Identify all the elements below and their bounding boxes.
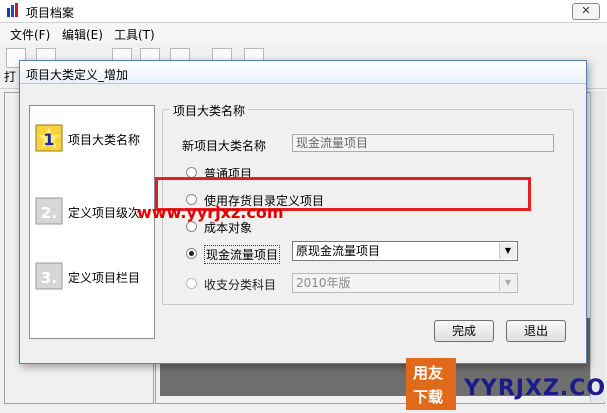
app-icon: [7, 3, 18, 17]
watermark-site: www.yyrjxz.com: [137, 203, 284, 222]
brand-text: YYRJXZ.COM: [464, 376, 607, 401]
exit-button[interactable]: 退出: [506, 320, 566, 342]
brand-logo-bottom: 下载: [413, 388, 444, 406]
step-2-icon: 2.: [35, 197, 63, 225]
steps-panel: 1 项目大类名称 2. 定义项目级次 3. 定义项目栏目: [29, 105, 155, 339]
option-cost-object-radio[interactable]: [186, 221, 197, 232]
option-revenue-expense-label[interactable]: 收支分类科目: [204, 276, 276, 293]
new-name-field[interactable]: 现金流量项目: [292, 134, 554, 152]
menu-bar: 文件(F) 编辑(E) 工具(T): [0, 23, 607, 43]
option-cash-flow-label[interactable]: 现金流量项目: [204, 245, 281, 264]
menu-edit[interactable]: 编辑(E): [62, 26, 103, 43]
cash-flow-select[interactable]: 原现金流量项目 ▼: [292, 241, 518, 261]
step-3-icon: 3.: [35, 262, 63, 290]
option-cost-object[interactable]: [186, 221, 197, 232]
outer-close-icon[interactable]: ✕: [572, 3, 600, 20]
group-legend: 项目大类名称: [170, 102, 249, 119]
step-1-icon: 1: [35, 124, 63, 152]
finish-button[interactable]: 完成: [434, 320, 494, 342]
chevron-down-icon: ▼: [499, 275, 516, 291]
step-2: 2. 定义项目级次: [34, 196, 152, 232]
cash-flow-select-value: 原现金流量项目: [296, 244, 381, 258]
outer-window-title: 项目档案: [26, 6, 75, 20]
revenue-expense-select: 2010年版 ▼: [292, 273, 518, 293]
brand-logo: 用友 下载: [406, 358, 456, 410]
step-1-label: 项目大类名称: [68, 133, 141, 147]
watermark-brand: 用友 下载 YYRJXZ.COM: [406, 354, 607, 413]
brand-logo-top: 用友: [413, 364, 444, 382]
menu-file[interactable]: 文件(F): [10, 26, 50, 43]
step-1-number: 1: [43, 130, 54, 149]
step-3-number: 3.: [41, 269, 57, 287]
option-cash-flow-radio[interactable]: [186, 248, 197, 259]
dialog-title: 项目大类定义_增加: [26, 68, 129, 82]
step-3: 3. 定义项目栏目: [34, 261, 152, 297]
chevron-down-icon[interactable]: ▼: [499, 243, 516, 259]
menu-tools[interactable]: 工具(T): [114, 26, 155, 43]
new-name-label: 新项目大类名称: [182, 139, 267, 153]
option-cash-flow[interactable]: [186, 248, 197, 259]
step-2-number: 2.: [41, 204, 57, 222]
step-2-label: 定义项目级次: [68, 206, 141, 220]
option-revenue-expense-radio[interactable]: [186, 278, 197, 289]
outer-title-bar: 项目档案 ✕: [0, 0, 607, 23]
step-1: 1 项目大类名称: [34, 123, 152, 159]
dialog-window: 项目大类定义_增加 1 项目大类名称 2. 定义项目级次 3. 定义项目栏目 项…: [19, 60, 587, 364]
dialog-title-bar: 项目大类定义_增加: [20, 61, 586, 84]
print-label: 打: [4, 70, 17, 84]
option-revenue-expense[interactable]: [186, 278, 197, 289]
step-3-label: 定义项目栏目: [68, 271, 141, 285]
revenue-expense-select-value: 2010年版: [296, 276, 351, 290]
